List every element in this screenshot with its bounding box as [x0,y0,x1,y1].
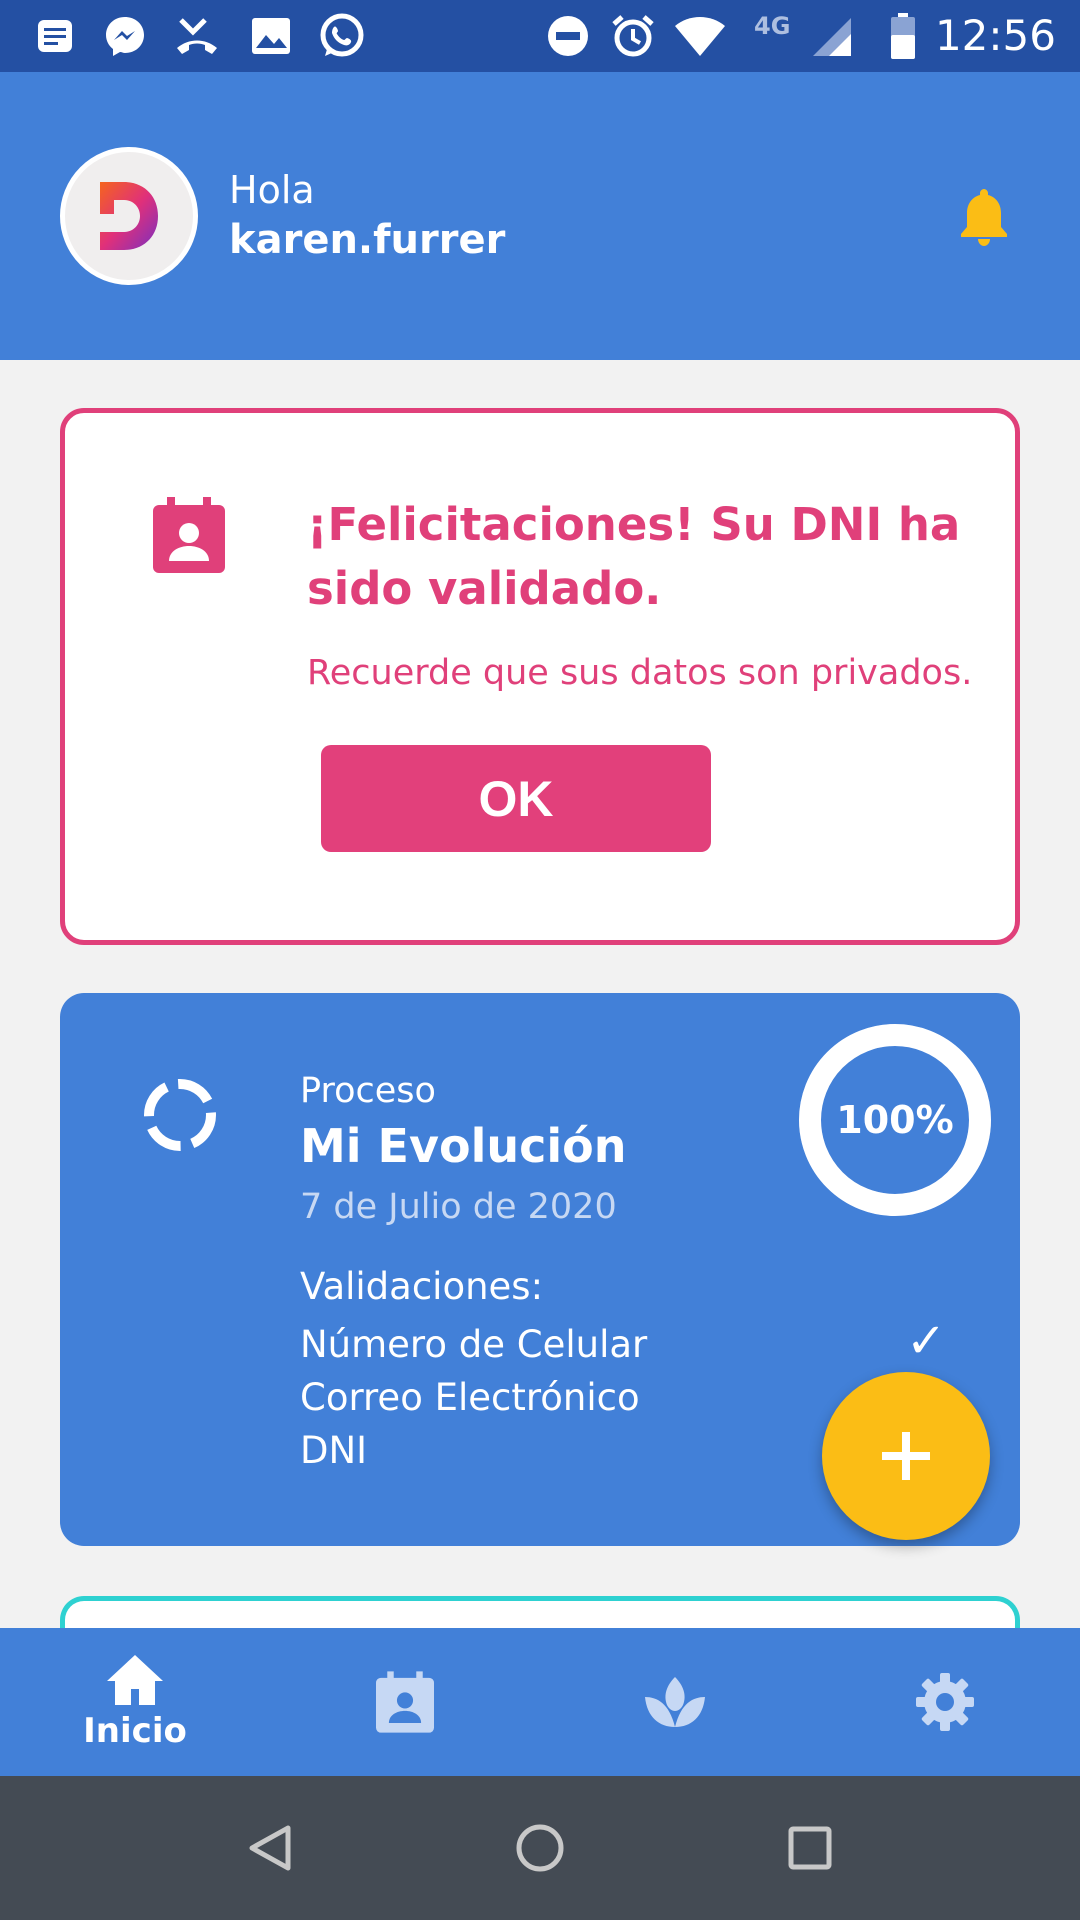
lotus-icon [645,1677,705,1727]
signal-icon [810,14,856,58]
nav-label: Inicio [83,1711,187,1751]
network-type: 4G [754,12,791,40]
progress-ring-icon [140,1075,220,1159]
validation-title: ¡Felicitaciones! Su DNI ha sido validado… [307,498,961,615]
back-icon[interactable] [240,1818,300,1878]
dnd-icon [544,14,592,58]
contact-calendar-icon [376,1671,434,1733]
process-date: 7 de Julio de 2020 [300,1187,617,1227]
nav-item-contact[interactable] [270,1628,540,1776]
recents-icon[interactable] [780,1818,840,1878]
list-item: Número de Celular [300,1323,648,1366]
greeting: Hola [229,168,315,212]
gear-icon [916,1673,974,1731]
missed-call-icon [170,14,224,58]
system-nav-bar [0,1776,1080,1920]
contact-calendar-icon [153,497,225,577]
process-title: Mi Evolución [300,1119,627,1173]
clock: 12:56 [934,11,1056,60]
list-item: DNI [300,1429,368,1472]
alarm-icon [608,14,658,58]
add-button[interactable] [822,1372,990,1540]
image-icon [248,14,294,58]
nav-item-wellness[interactable] [540,1628,810,1776]
battery-icon [886,13,920,59]
messenger-icon [100,14,150,58]
status-bar: 4G 12:56 [0,0,1080,72]
app-header: Hola karen.furrer [0,72,1080,360]
ok-button[interactable]: OK [321,745,711,852]
check-icon: ✓ [906,1313,947,1369]
process-label: Proceso [300,1071,436,1111]
bell-icon[interactable] [956,185,1012,251]
list-item: Correo Electrónico [300,1376,640,1419]
validation-subtitle: Recuerde que sus datos son privados. [307,653,973,693]
notes-icon [30,14,80,58]
wifi-icon [672,14,728,58]
plus-icon [882,1432,930,1480]
validations-heading: Validaciones: [300,1265,544,1308]
home-icon [107,1655,163,1705]
avatar[interactable] [60,147,198,285]
whatsapp-icon [314,13,370,58]
home-button-icon[interactable] [510,1818,570,1878]
nav-item-settings[interactable] [810,1628,1080,1776]
progress-percent: 100% [836,1098,954,1142]
nav-item-inicio[interactable]: Inicio [0,1628,270,1776]
validations-list: Número de Celular Correo Electrónico DNI [300,1318,647,1477]
bottom-nav: Inicio [0,1628,1080,1776]
validation-card: ¡Felicitaciones! Su DNI ha sido validado… [60,408,1020,945]
app-logo-icon [100,182,158,250]
username: karen.furrer [229,217,506,263]
